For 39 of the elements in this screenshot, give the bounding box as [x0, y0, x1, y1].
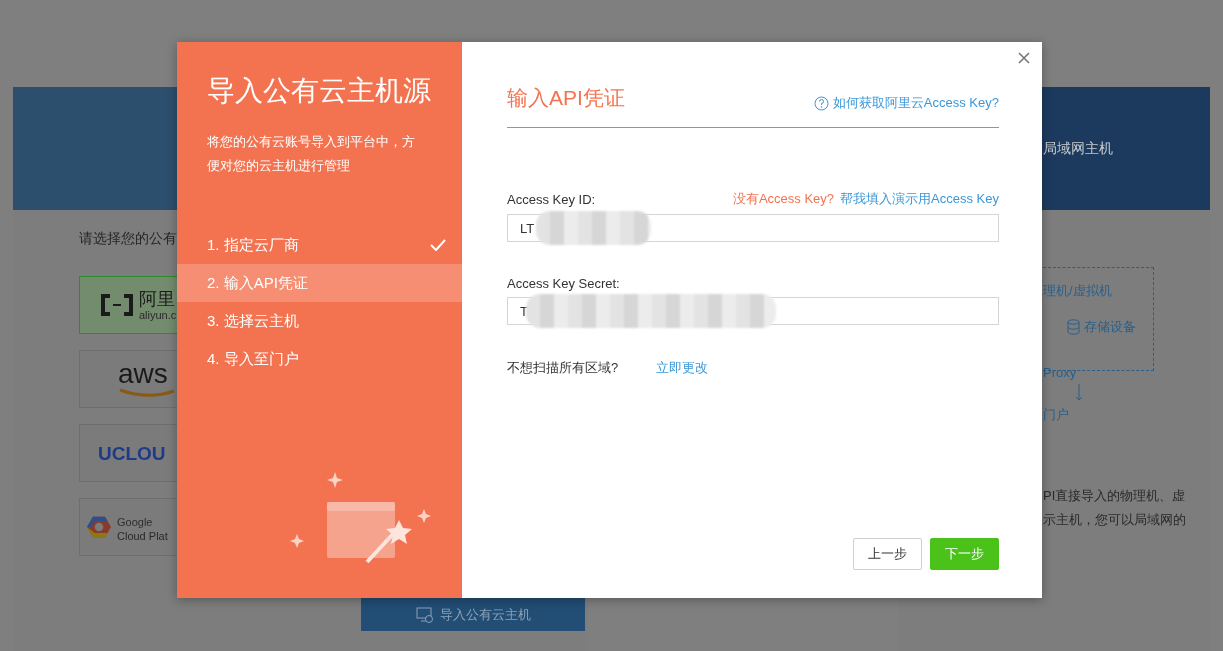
- logo-text: 阿里: [139, 288, 175, 309]
- down-arrow-icon: [1075, 384, 1083, 402]
- header-text: 局域网主机: [1043, 139, 1113, 158]
- diagram-label: 理机/虚拟机: [1043, 282, 1113, 300]
- wizard-step[interactable]: 1. 指定云厂商: [177, 226, 462, 264]
- monitor-cloud-icon: [415, 606, 434, 623]
- wizard-step[interactable]: 2. 输入API凭证: [177, 264, 462, 302]
- dialog-subtitle: 将您的公有云账号导入到平台中，方便对您的云主机进行管理: [207, 133, 416, 175]
- question-icon: [813, 95, 829, 111]
- section-heading: 输入API凭证: [507, 85, 625, 111]
- dialog-title: 导入公有云主机源: [207, 74, 432, 108]
- import-button[interactable]: 导入公有云主机: [361, 598, 585, 631]
- diagram-label: 门户: [1043, 406, 1070, 424]
- field-label: Access Key ID:: [507, 191, 596, 207]
- next-button[interactable]: 下一步: [930, 538, 999, 570]
- logo-text: UCLOU: [98, 443, 166, 463]
- logo-text: Google: [117, 516, 153, 528]
- text-input[interactable]: T: [507, 297, 999, 325]
- change-link[interactable]: 立即更改: [656, 359, 709, 377]
- logo-subtext: Cloud Plat: [117, 530, 168, 542]
- description-line: PI直接导入的物理机、虚: [1043, 487, 1187, 505]
- text-link[interactable]: 没有Access Key?: [732, 190, 835, 208]
- cloud-logo-icon: [100, 294, 134, 316]
- back-button[interactable]: 上一步: [853, 538, 922, 570]
- database-icon: [1067, 319, 1080, 335]
- step-label: 1. 指定云厂商: [207, 235, 299, 255]
- hexagon-logo-icon: [86, 515, 112, 539]
- field-label: Access Key Secret:: [507, 276, 620, 291]
- text-input[interactable]: LT: [507, 214, 999, 242]
- prompt-text: 请选择您的公有: [79, 230, 177, 248]
- region-prompt: 不想扫描所有区域?: [507, 359, 619, 377]
- logo-text: aws: [118, 360, 168, 388]
- description-line: 示主机，您可以局域网的: [1043, 511, 1187, 529]
- close-icon: [1018, 52, 1030, 64]
- text-link[interactable]: 帮我填入演示用Access Key: [840, 190, 999, 208]
- help-link[interactable]: 如何获取阿里云Access Key?: [813, 94, 999, 112]
- close-button[interactable]: [1016, 50, 1032, 66]
- logo-subtext: aliyun.c: [139, 308, 177, 321]
- diagram-label: 存储设备: [1084, 318, 1136, 336]
